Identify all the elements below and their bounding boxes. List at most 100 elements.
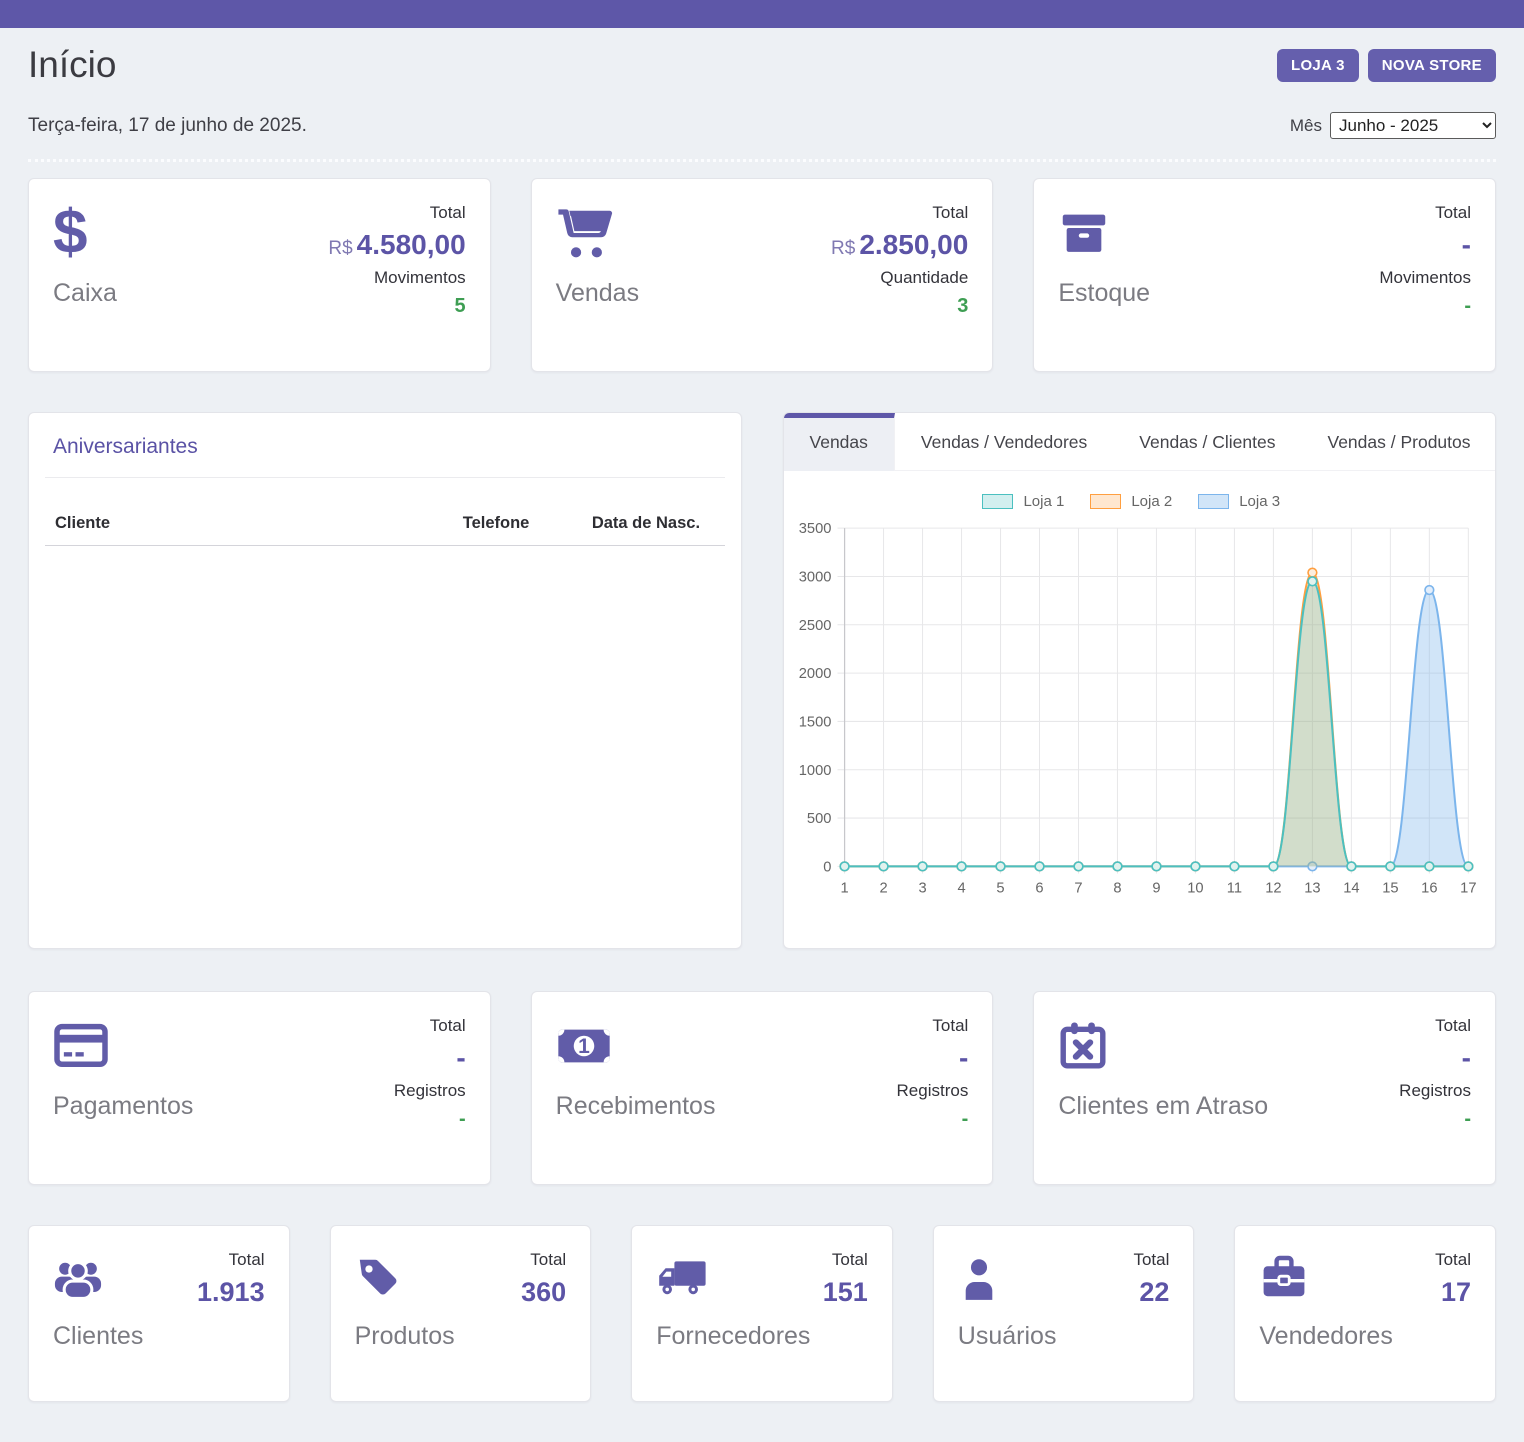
- tab-vendas-vendedores[interactable]: Vendas / Vendedores: [895, 413, 1113, 471]
- legend-item[interactable]: Loja 3: [1198, 493, 1280, 510]
- svg-text:13: 13: [1304, 881, 1320, 897]
- svg-text:1: 1: [840, 881, 848, 897]
- caixa-total-value: R$4.580,00: [328, 230, 465, 261]
- caixa-movimentos-value: 5: [328, 295, 465, 318]
- card-estoque: Estoque Total - Movimentos -: [1033, 178, 1496, 372]
- aniversariantes-panel: Aniversariantes Cliente Telefone Data de…: [28, 412, 742, 949]
- total-label: Total: [328, 203, 465, 223]
- card-pagamentos: Pagamentos Total - Registros -: [28, 991, 491, 1185]
- estoque-movimentos-value: -: [1379, 295, 1471, 318]
- total-label: Total: [831, 203, 968, 223]
- card-clientes-label: Clientes: [53, 1322, 143, 1351]
- card-fornecedores-label: Fornecedores: [656, 1322, 810, 1351]
- clientes-atraso-total-value: -: [1399, 1043, 1471, 1074]
- users-icon: [53, 1250, 143, 1306]
- card-estoque-label: Estoque: [1058, 279, 1150, 308]
- chart-tabs: Vendas Vendas / Vendedores Vendas / Clie…: [784, 413, 1496, 471]
- legend-swatch: [982, 494, 1013, 509]
- quantidade-label: Quantidade: [831, 268, 968, 288]
- vendas-chart: 0500100015002000250030003500123456789101…: [798, 514, 1482, 919]
- fornecedores-count: 151: [823, 1277, 868, 1308]
- svg-text:3500: 3500: [798, 521, 831, 537]
- svg-text:15: 15: [1382, 881, 1398, 897]
- box-icon: [1058, 203, 1150, 263]
- legend-swatch: [1090, 494, 1121, 509]
- svg-text:0: 0: [823, 859, 831, 875]
- pagamentos-total-value: -: [394, 1043, 466, 1074]
- usuarios-count: 22: [1133, 1277, 1169, 1308]
- current-date: Terça-feira, 17 de junho de 2025.: [28, 115, 307, 137]
- card-produtos: Produtos Total 360: [330, 1225, 592, 1402]
- svg-text:8: 8: [1113, 881, 1121, 897]
- top-accent-bar: [0, 0, 1524, 28]
- card-vendedores-label: Vendedores: [1259, 1322, 1392, 1351]
- credit-card-icon: [53, 1016, 193, 1076]
- svg-text:1: 1: [578, 1035, 590, 1058]
- card-fornecedores: Fornecedores Total 151: [631, 1225, 893, 1402]
- clientes-count: 1.913: [197, 1277, 265, 1308]
- svg-text:1500: 1500: [798, 714, 831, 730]
- card-clientes-atraso-label: Clientes em Atraso: [1058, 1092, 1268, 1121]
- card-caixa-label: Caixa: [53, 279, 117, 308]
- chart-legend: Loja 1 Loja 2 Loja 3: [798, 493, 1482, 510]
- svg-text:16: 16: [1421, 881, 1437, 897]
- tab-vendas-clientes[interactable]: Vendas / Clientes: [1113, 413, 1301, 471]
- col-cliente: Cliente: [45, 506, 453, 546]
- svg-text:2000: 2000: [798, 666, 831, 682]
- page-title: Início: [28, 44, 116, 86]
- movimentos-label: Movimentos: [328, 268, 465, 288]
- store-button-nova-store[interactable]: NOVA STORE: [1368, 49, 1496, 82]
- truck-icon: [656, 1250, 810, 1306]
- month-select[interactable]: Junho - 2025: [1330, 112, 1496, 139]
- svg-text:17: 17: [1460, 881, 1476, 897]
- card-caixa: $ Caixa Total R$4.580,00 Movimentos 5: [28, 178, 491, 372]
- svg-text:2500: 2500: [798, 618, 831, 634]
- shopping-cart-icon: [556, 203, 639, 263]
- vendas-quantidade-value: 3: [831, 295, 968, 318]
- legend-swatch: [1198, 494, 1229, 509]
- calendar-x-icon: [1058, 1016, 1268, 1076]
- svg-text:6: 6: [1035, 881, 1043, 897]
- legend-label: Loja 2: [1131, 493, 1172, 510]
- briefcase-icon: [1259, 1250, 1392, 1306]
- col-telefone: Telefone: [453, 506, 582, 546]
- svg-text:500: 500: [806, 811, 830, 827]
- produtos-count: 360: [521, 1277, 566, 1308]
- clientes-atraso-registros-value: -: [1399, 1108, 1471, 1131]
- card-clientes: Clientes Total 1.913: [28, 1225, 290, 1402]
- total-label: Total: [1379, 203, 1471, 223]
- svg-text:10: 10: [1187, 881, 1203, 897]
- card-clientes-atraso: Clientes em Atraso Total - Registros -: [1033, 991, 1496, 1185]
- movimentos-label: Movimentos: [1379, 268, 1471, 288]
- aniversariantes-table: Cliente Telefone Data de Nasc.: [45, 506, 725, 546]
- vendedores-count: 17: [1435, 1277, 1471, 1308]
- legend-label: Loja 1: [1023, 493, 1064, 510]
- dashboard: Início LOJA 3 NOVA STORE Terça-feira, 17…: [0, 44, 1524, 1442]
- store-button-loja3[interactable]: LOJA 3: [1277, 49, 1359, 82]
- svg-text:11: 11: [1226, 881, 1241, 897]
- tag-icon: [355, 1250, 455, 1306]
- svg-text:3000: 3000: [798, 570, 831, 586]
- legend-item[interactable]: Loja 2: [1090, 493, 1172, 510]
- recebimentos-total-value: -: [897, 1043, 969, 1074]
- card-vendedores: Vendedores Total 17: [1234, 1225, 1496, 1402]
- tab-vendas-produtos[interactable]: Vendas / Produtos: [1301, 413, 1496, 471]
- tab-vendas[interactable]: Vendas: [784, 413, 895, 471]
- svg-text:2: 2: [879, 881, 887, 897]
- estoque-total-value: -: [1379, 230, 1471, 261]
- card-pagamentos-label: Pagamentos: [53, 1092, 193, 1121]
- card-vendas: Vendas Total R$2.850,00 Quantidade 3: [531, 178, 994, 372]
- card-recebimentos-label: Recebimentos: [556, 1092, 716, 1121]
- svg-text:7: 7: [1074, 881, 1082, 897]
- card-usuarios-label: Usuários: [958, 1322, 1057, 1351]
- card-vendas-label: Vendas: [556, 279, 639, 308]
- month-label: Mês: [1290, 116, 1322, 136]
- legend-item[interactable]: Loja 1: [982, 493, 1064, 510]
- money-bill-icon: 1: [556, 1016, 716, 1076]
- svg-text:5: 5: [996, 881, 1004, 897]
- recebimentos-registros-value: -: [897, 1108, 969, 1131]
- svg-text:12: 12: [1265, 881, 1281, 897]
- legend-label: Loja 3: [1239, 493, 1280, 510]
- svg-text:9: 9: [1152, 881, 1160, 897]
- svg-text:14: 14: [1343, 881, 1359, 897]
